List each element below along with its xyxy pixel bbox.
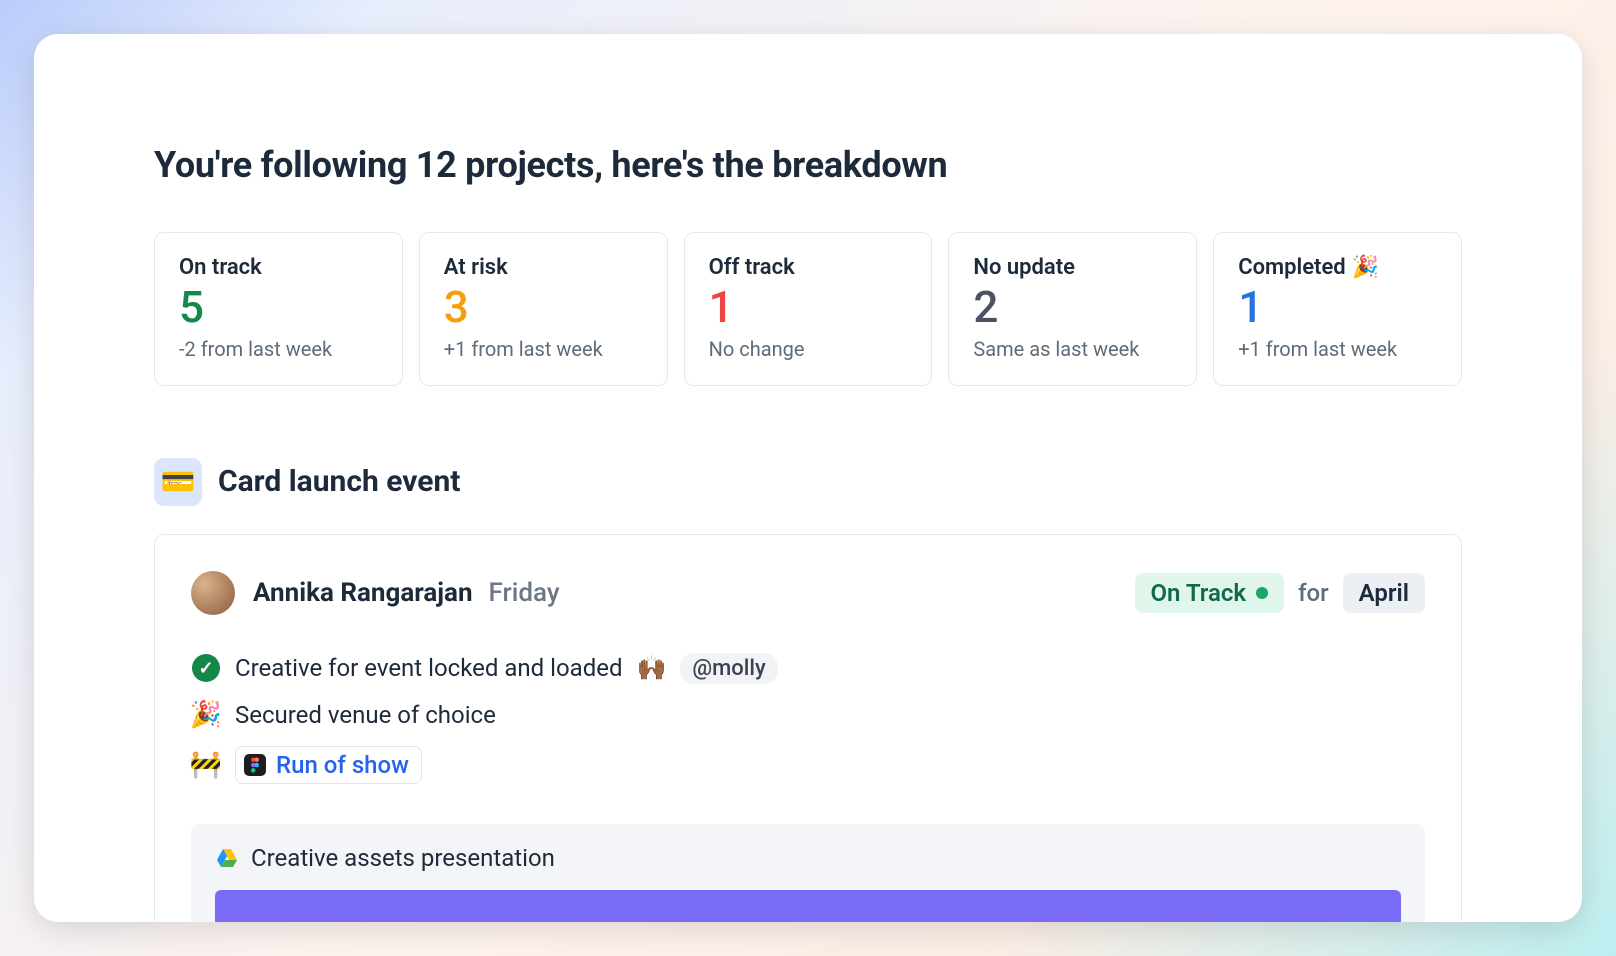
project-title: Card launch event bbox=[218, 464, 460, 499]
stat-title: No update bbox=[973, 255, 1075, 280]
update-text: Secured venue of choice bbox=[235, 701, 496, 729]
status-badge[interactable]: On Track bbox=[1135, 573, 1285, 613]
update-body: ✓ Creative for event locked and loaded 🙌… bbox=[191, 653, 1425, 784]
update-card: Annika Rangarajan Friday On Track for Ap… bbox=[154, 534, 1462, 922]
stat-title: Completed bbox=[1238, 255, 1346, 280]
status-label: On Track bbox=[1151, 579, 1247, 607]
project-icon: 💳 bbox=[154, 458, 202, 506]
stat-title: On track bbox=[179, 255, 262, 280]
author-avatar[interactable] bbox=[191, 571, 235, 615]
stat-card-off-track[interactable]: Off track 1 No change bbox=[684, 232, 933, 386]
stat-card-completed[interactable]: Completed 🎉 1 +1 from last week bbox=[1213, 232, 1462, 386]
target-month[interactable]: April bbox=[1343, 573, 1425, 613]
stat-card-at-risk[interactable]: At risk 3 +1 from last week bbox=[419, 232, 668, 386]
update-line: ✓ Creative for event locked and loaded 🙌… bbox=[191, 653, 1425, 684]
update-line: 🎉 Secured venue of choice bbox=[191, 700, 1425, 730]
user-mention[interactable]: @molly bbox=[680, 653, 777, 684]
posted-time: Friday bbox=[489, 578, 560, 608]
project-header[interactable]: 💳 Card launch event bbox=[154, 458, 1462, 506]
asset-attachment[interactable]: Creative assets presentation bbox=[191, 824, 1425, 922]
stat-delta: Same as last week bbox=[973, 337, 1172, 361]
credit-card-icon: 💳 bbox=[161, 465, 196, 498]
stat-delta: +1 from last week bbox=[1238, 337, 1437, 361]
stat-value: 1 bbox=[709, 282, 908, 333]
google-drive-icon bbox=[215, 846, 239, 870]
stat-value: 1 bbox=[1238, 282, 1437, 333]
asset-preview-bar bbox=[215, 890, 1401, 922]
update-text: Creative for event locked and loaded bbox=[235, 654, 623, 682]
figma-icon bbox=[244, 754, 266, 776]
update-line: 🚧 Run of show bbox=[191, 746, 1425, 784]
stat-value: 3 bbox=[444, 282, 643, 333]
check-icon: ✓ bbox=[191, 654, 221, 682]
stat-card-no-update[interactable]: No update 2 Same as last week bbox=[948, 232, 1197, 386]
update-header: Annika Rangarajan Friday On Track for Ap… bbox=[191, 571, 1425, 615]
stat-title: Off track bbox=[709, 255, 795, 280]
figma-link-chip[interactable]: Run of show bbox=[235, 746, 422, 784]
stat-delta: +1 from last week bbox=[444, 337, 643, 361]
raised-hands-icon: 🙌🏾 bbox=[637, 654, 667, 682]
stat-card-on-track[interactable]: On track 5 -2 from last week bbox=[154, 232, 403, 386]
asset-title: Creative assets presentation bbox=[251, 844, 555, 872]
app-window: You're following 12 projects, here's the… bbox=[34, 34, 1582, 922]
stat-title: At risk bbox=[444, 255, 508, 280]
stat-delta: No change bbox=[709, 337, 908, 361]
status-dot-icon bbox=[1256, 587, 1268, 599]
party-icon: 🎉 bbox=[1352, 255, 1379, 280]
party-icon: 🎉 bbox=[191, 700, 221, 730]
construction-icon: 🚧 bbox=[191, 750, 221, 780]
stat-value: 5 bbox=[179, 282, 378, 333]
for-label: for bbox=[1298, 579, 1329, 607]
author-name[interactable]: Annika Rangarajan bbox=[253, 578, 473, 608]
stat-delta: -2 from last week bbox=[179, 337, 378, 361]
stat-value: 2 bbox=[973, 282, 1172, 333]
page-heading: You're following 12 projects, here's the… bbox=[154, 144, 1462, 186]
run-of-show-link[interactable]: Run of show bbox=[276, 751, 409, 779]
stats-row: On track 5 -2 from last week At risk 3 +… bbox=[154, 232, 1462, 386]
